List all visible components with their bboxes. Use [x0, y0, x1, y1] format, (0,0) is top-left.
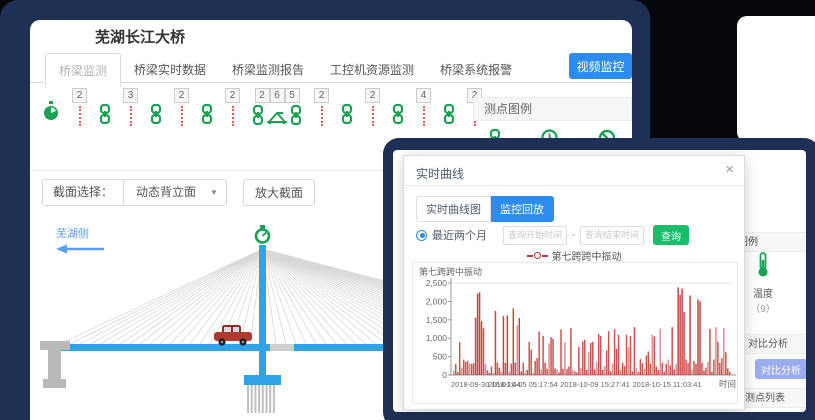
- section-bar: 截面选择： 动态背立面 ▼ 放大截面: [42, 179, 315, 206]
- sensor-dash: [321, 106, 323, 126]
- sensor-count-badge: 5: [285, 88, 300, 103]
- svg-text:2018-10-05 05:17:54: 2018-10-05 05:17:54: [488, 380, 558, 389]
- sensor-count-badge: 2: [314, 88, 329, 103]
- svg-text:2018-10-09 15:27:41: 2018-10-09 15:27:41: [560, 380, 630, 389]
- query-end-time-input[interactable]: [580, 226, 644, 245]
- main-tab-0[interactable]: 桥梁监测: [45, 53, 121, 87]
- section-select-value: 动态背立面: [136, 180, 196, 205]
- chain-icon[interactable]: [150, 104, 162, 129]
- chain-icon[interactable]: [443, 104, 455, 129]
- main-tab-1[interactable]: 桥梁实时数据: [121, 53, 219, 86]
- sidebar-temperature-item[interactable]: 温度 （9）: [738, 252, 788, 315]
- sensor-point[interactable]: 2: [174, 88, 189, 126]
- sensor-count-badge: 2: [174, 88, 189, 103]
- section-select-dropdown[interactable]: 动态背立面 ▼: [124, 180, 226, 205]
- sensor-dash: [232, 106, 234, 126]
- sensor-dash: [423, 106, 425, 126]
- svg-text:1,000: 1,000: [426, 333, 448, 343]
- sensor-point[interactable]: 2: [314, 88, 329, 126]
- tower-foundation: [248, 385, 274, 413]
- dialog-tabs: 实时曲线图监控回放: [416, 196, 554, 222]
- close-icon[interactable]: ×: [725, 161, 734, 179]
- dialog-filter-row: 最近两个月 - 查询: [416, 225, 689, 245]
- main-tab-3[interactable]: 工控机资源监测: [317, 53, 427, 86]
- sensor-count-badge: 2: [225, 88, 240, 103]
- bridge-deck-joint: [270, 344, 294, 351]
- legend-text: 第七跨跨中振动: [552, 248, 622, 263]
- query-button[interactable]: 查询: [653, 225, 689, 245]
- svg-text:2,500: 2,500: [426, 278, 448, 288]
- svg-text:2,000: 2,000: [426, 296, 448, 306]
- main-tab-4[interactable]: 桥梁系统报警: [427, 53, 525, 86]
- svg-text:2018-10-15 11:03:41: 2018-10-15 11:03:41: [632, 380, 701, 389]
- background-window-edge: [737, 16, 815, 142]
- sensor-point[interactable]: 2: [365, 88, 380, 126]
- zoom-section-button[interactable]: 放大截面: [243, 179, 315, 206]
- sensor-point[interactable]: 4: [416, 88, 431, 126]
- main-tabbar: 桥梁监测桥梁实时数据桥梁监测报告工控机资源监测桥梁系统报警: [30, 53, 632, 83]
- svg-text:1,500: 1,500: [426, 315, 448, 325]
- section-select-group: 截面选择： 动态背立面 ▼: [42, 179, 227, 206]
- page-title: 芜湖长江大桥: [95, 26, 185, 47]
- chevron-down-icon: ▼: [210, 180, 218, 205]
- radio-last-two-months[interactable]: [416, 230, 427, 241]
- sensor-point[interactable]: 2: [225, 88, 240, 126]
- main-tab-2[interactable]: 桥梁监测报告: [219, 53, 317, 86]
- sensor-count-badge: 3: [123, 88, 138, 103]
- crane-icon: [265, 109, 289, 130]
- dialog-title: 实时曲线: [416, 165, 464, 182]
- vibration-chart[interactable]: 第七跨跨中振动05001,0001,5002,0002,5002018-09-3…: [412, 262, 738, 404]
- chart-legend[interactable]: 第七跨跨中振动: [404, 248, 744, 263]
- sensor-point[interactable]: 3: [123, 88, 138, 126]
- sensor-count-badge: 4: [416, 88, 431, 103]
- chain-icon[interactable]: [201, 104, 213, 129]
- chain-icon: [290, 105, 302, 130]
- chain-icon[interactable]: [341, 104, 353, 129]
- legend-marker-icon: [527, 252, 548, 259]
- tower-sensor-icon[interactable]: [256, 225, 269, 243]
- sensor-dash: [79, 106, 81, 126]
- svg-text:时间: 时间: [719, 379, 736, 389]
- video-monitor-button[interactable]: 视频监控: [569, 53, 632, 79]
- thermometer-icon: [756, 252, 770, 278]
- sensor-count-badge: 2: [365, 88, 380, 103]
- sensor-dash: [130, 106, 132, 126]
- chain-icon[interactable]: [392, 104, 404, 129]
- query-start-time-input[interactable]: [503, 226, 567, 245]
- chain-icon[interactable]: [99, 104, 111, 129]
- compare-analysis-button[interactable]: 对比分析: [755, 359, 806, 379]
- left-arrow-icon: [56, 245, 104, 254]
- sensor-count-badge: 6: [270, 88, 285, 103]
- sensor-count-badge: 2: [72, 88, 87, 103]
- sensor-cluster[interactable]: 265: [252, 88, 302, 130]
- dialog-header: 实时曲线 ×: [404, 156, 744, 186]
- car: [214, 325, 252, 346]
- legend-panel-title: 测点图例: [473, 97, 632, 121]
- svg-text:500: 500: [433, 352, 447, 362]
- temperature-count: （9）: [738, 300, 788, 315]
- screenshot-canvas: 芜湖长江大桥 桥梁监测桥梁实时数据桥梁监测报告工控机资源监测桥梁系统报警 视频监…: [0, 0, 815, 420]
- stopwatch-icon[interactable]: [42, 100, 60, 127]
- date-range-separator: -: [567, 230, 580, 241]
- temperature-label: 温度: [738, 285, 788, 300]
- sensor-point[interactable]: 2: [72, 88, 87, 126]
- radio-label: 最近两个月: [432, 227, 487, 243]
- sensor-dash: [372, 106, 374, 126]
- bridge-tower: [244, 245, 281, 413]
- chain-icon: [252, 105, 264, 130]
- bridge-side-label: 芜湖侧: [56, 226, 89, 240]
- svg-text:第七跨跨中振动: 第七跨跨中振动: [419, 266, 482, 277]
- dialog-tab-0[interactable]: 实时曲线图: [416, 196, 491, 222]
- realtime-curve-dialog: 实时曲线 × 实时曲线图监控回放 最近两个月 - 查询 第七跨跨中振动 第七跨跨…: [403, 155, 745, 410]
- dialog-tab-1[interactable]: 监控回放: [491, 196, 554, 222]
- sensor-strip: 23222652242: [42, 88, 470, 130]
- svg-text:0: 0: [442, 370, 447, 380]
- left-pier: [40, 341, 70, 388]
- sensor-dash: [181, 106, 183, 126]
- sensor-count-badge: 2: [255, 88, 270, 103]
- section-select-label: 截面选择：: [43, 180, 124, 205]
